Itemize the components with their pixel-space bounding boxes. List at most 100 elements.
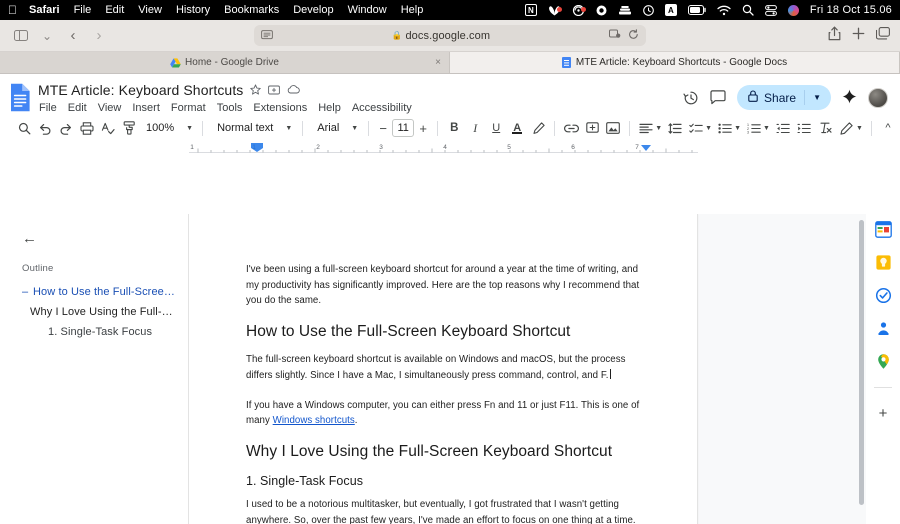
- checklist-icon[interactable]: [686, 118, 706, 138]
- document-page[interactable]: I've been using a full-screen keyboard s…: [188, 214, 698, 524]
- italic-button[interactable]: I: [465, 118, 485, 138]
- undo-icon[interactable]: [35, 118, 55, 138]
- add-app-plus-icon[interactable]: +: [874, 404, 893, 423]
- user-avatar[interactable]: [868, 87, 888, 108]
- cleanmymac-icon[interactable]: [548, 5, 562, 16]
- chevron-down-icon[interactable]: ▼: [705, 125, 712, 132]
- search-icon[interactable]: [14, 118, 34, 138]
- gemini-sparkle-icon[interactable]: [842, 89, 857, 107]
- docs-menu-insert[interactable]: Insert: [132, 102, 160, 114]
- paragraph-windows[interactable]: If you have a Windows computer, you can …: [246, 398, 641, 429]
- print-icon[interactable]: [77, 118, 97, 138]
- clear-formatting-icon[interactable]: [815, 118, 835, 138]
- line-spacing-icon[interactable]: [665, 118, 685, 138]
- back-button[interactable]: ‹: [62, 25, 84, 47]
- numbered-list-icon[interactable]: 123: [744, 118, 764, 138]
- move-to-folder-icon[interactable]: [268, 84, 281, 95]
- chevron-down-icon[interactable]: ▼: [763, 125, 770, 132]
- new-tab-plus-icon[interactable]: [852, 27, 865, 45]
- menu-safari[interactable]: Safari: [29, 4, 60, 16]
- search-icon[interactable]: [742, 4, 754, 16]
- insert-link-icon[interactable]: [561, 118, 581, 138]
- notion-icon[interactable]: N: [524, 4, 537, 16]
- collapse-toolbar-icon[interactable]: ^: [878, 118, 898, 138]
- zoom-selector[interactable]: 100% ▼: [140, 118, 196, 138]
- add-comment-icon[interactable]: [582, 118, 602, 138]
- chevron-down-icon[interactable]: ⌄: [36, 25, 58, 47]
- close-icon[interactable]: ×: [435, 57, 441, 68]
- input-source-A-icon[interactable]: A: [664, 4, 677, 16]
- forward-button[interactable]: ›: [88, 25, 110, 47]
- menu-history[interactable]: History: [176, 4, 210, 16]
- font-size-increase-button[interactable]: +: [415, 118, 431, 138]
- cloud-saved-icon[interactable]: [287, 84, 301, 95]
- document-canvas[interactable]: I've been using a full-screen keyboard s…: [188, 214, 866, 524]
- docs-menu-extensions[interactable]: Extensions: [253, 102, 307, 114]
- battery-icon[interactable]: [687, 5, 706, 15]
- google-contacts-icon[interactable]: [874, 319, 893, 338]
- clock-icon[interactable]: [643, 4, 654, 16]
- docs-menu-edit[interactable]: Edit: [68, 102, 87, 114]
- document-content[interactable]: I've been using a full-screen keyboard s…: [189, 214, 697, 524]
- tab-overview-icon[interactable]: [875, 26, 890, 45]
- vertical-scrollbar[interactable]: [859, 220, 864, 505]
- spellcheck-icon[interactable]: [98, 118, 118, 138]
- docs-menu-help[interactable]: Help: [318, 102, 341, 114]
- decrease-indent-icon[interactable]: [773, 118, 793, 138]
- chevron-down-icon[interactable]: ▼: [856, 125, 863, 132]
- insert-image-icon[interactable]: [603, 118, 623, 138]
- siri-icon[interactable]: [787, 4, 799, 16]
- docs-menu-accessibility[interactable]: Accessibility: [352, 102, 412, 114]
- document-title[interactable]: MTE Article: Keyboard Shortcuts: [38, 82, 243, 98]
- record-icon[interactable]: [596, 5, 607, 16]
- arrow-left-icon[interactable]: ←: [22, 228, 42, 248]
- editing-mode-pen-icon[interactable]: [837, 118, 857, 138]
- apple-logo-icon[interactable]: : [8, 4, 17, 16]
- heading-how-to-use[interactable]: How to Use the Full-Screen Keyboard Shor…: [246, 323, 641, 341]
- google-tasks-icon[interactable]: [874, 286, 893, 305]
- version-history-icon[interactable]: [683, 90, 699, 106]
- menu-help[interactable]: Help: [401, 4, 424, 16]
- menu-bookmarks[interactable]: Bookmarks: [224, 4, 279, 16]
- bulleted-list-icon[interactable]: [715, 118, 735, 138]
- text-color-button[interactable]: A: [507, 118, 527, 138]
- address-url-group[interactable]: 🔒 docs.google.com: [273, 30, 609, 42]
- docs-menu-file[interactable]: File: [39, 102, 57, 114]
- horizontal-ruler[interactable]: 1 123 4567: [189, 143, 698, 154]
- outline-item-how-to-use[interactable]: How to Use the Full-Screen Keyb…: [22, 286, 178, 298]
- paragraph-style-selector[interactable]: Normal text ▼: [209, 118, 296, 138]
- docs-menu-format[interactable]: Format: [171, 102, 206, 114]
- share-icon[interactable]: [828, 26, 841, 46]
- stack-icon[interactable]: [618, 5, 632, 16]
- menu-bar-clock[interactable]: Fri 18 Oct 15.06: [810, 4, 892, 16]
- wifi-icon[interactable]: [717, 5, 731, 16]
- font-size-decrease-button[interactable]: −: [375, 118, 391, 138]
- highlight-pen-icon[interactable]: [528, 118, 548, 138]
- menu-edit[interactable]: Edit: [105, 4, 124, 16]
- docs-menu-tools[interactable]: Tools: [217, 102, 243, 114]
- underline-button[interactable]: U: [486, 118, 506, 138]
- heading-single-task-focus[interactable]: 1. Single-Task Focus: [246, 474, 641, 488]
- chevron-down-icon[interactable]: ▼: [813, 93, 828, 102]
- font-size-input[interactable]: 11: [392, 119, 415, 137]
- outline-item-single-task-focus[interactable]: 1. Single-Task Focus: [22, 326, 178, 338]
- extensions-icon[interactable]: [609, 29, 621, 43]
- reload-icon[interactable]: [628, 28, 639, 43]
- font-family-selector[interactable]: Arial ▼: [309, 118, 362, 138]
- google-keep-icon[interactable]: [874, 253, 893, 272]
- paragraph-multitasker[interactable]: I used to be a notorious multitasker, bu…: [246, 497, 641, 524]
- google-maps-icon[interactable]: [874, 352, 893, 371]
- menu-window[interactable]: Window: [348, 4, 387, 16]
- dropbox-icon[interactable]: [572, 4, 586, 16]
- tab-mte-article-google-docs[interactable]: MTE Article: Keyboard Shortcuts - Google…: [450, 52, 900, 73]
- address-bar[interactable]: 🔒 docs.google.com: [254, 25, 646, 46]
- google-calendar-icon[interactable]: [874, 220, 893, 239]
- reader-view-icon[interactable]: [261, 30, 273, 41]
- chevron-down-icon[interactable]: ▼: [655, 125, 662, 132]
- google-docs-logo[interactable]: [9, 83, 31, 112]
- control-center-icon[interactable]: [765, 4, 777, 16]
- share-button[interactable]: Share ▼: [737, 85, 831, 110]
- comment-history-icon[interactable]: [710, 90, 726, 105]
- sidebar-icon[interactable]: [10, 25, 32, 47]
- chevron-down-icon[interactable]: ▼: [734, 125, 741, 132]
